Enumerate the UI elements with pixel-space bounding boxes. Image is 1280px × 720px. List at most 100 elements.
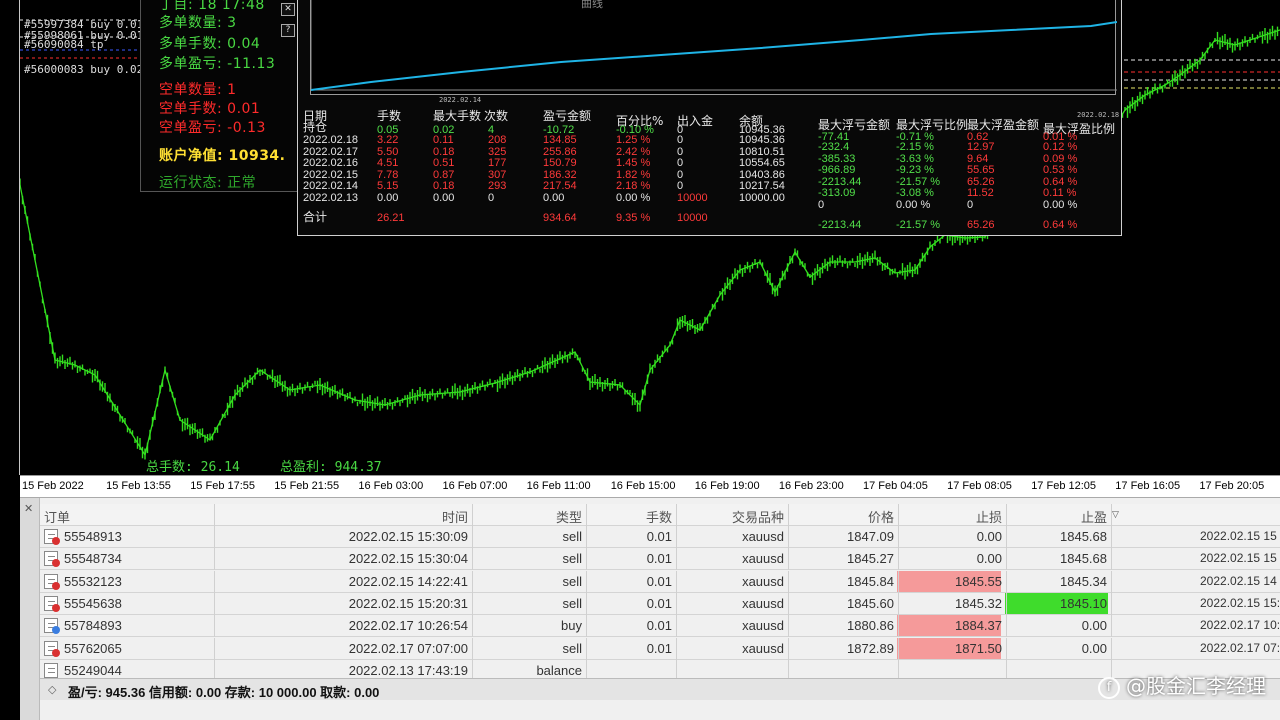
order-cell: balance bbox=[536, 662, 582, 678]
order-cell: xauusd bbox=[742, 618, 784, 634]
short-pl: 空单盈亏: -0.13 bbox=[159, 120, 266, 136]
column-separator bbox=[1006, 592, 1007, 615]
order-icon bbox=[44, 573, 60, 590]
order-extra-time: 2022.02.15 15 bbox=[1200, 529, 1277, 543]
column-separator bbox=[676, 637, 677, 660]
column-separator bbox=[788, 637, 789, 660]
time-axis-tick: 15 Feb 17:55 bbox=[190, 480, 256, 492]
stats-cell: 0.11 bbox=[433, 134, 454, 146]
watermark-text: @股金汇李经理 bbox=[1126, 674, 1266, 698]
icon-line bbox=[48, 578, 55, 580]
stats-cell: 217.54 bbox=[543, 180, 577, 193]
column-separator bbox=[676, 526, 677, 548]
column-header-6[interactable]: 止损 bbox=[976, 507, 1002, 526]
column-separator bbox=[676, 504, 677, 526]
stats-cell: 0 bbox=[677, 157, 684, 170]
column-separator bbox=[472, 615, 473, 638]
column-separator bbox=[472, 592, 473, 615]
time-axis-tick: 17 Feb 04:05 bbox=[863, 480, 928, 492]
stats-cell: 0.00 bbox=[433, 192, 455, 204]
column-separator bbox=[788, 592, 789, 615]
stats-cell: -21.57 % bbox=[896, 219, 941, 231]
stats-cell: -2213.44 bbox=[818, 219, 862, 231]
stats-cell: 0.64 % bbox=[1043, 219, 1078, 231]
stats-cell: 293 bbox=[488, 180, 507, 193]
column-header-1[interactable]: 时间 bbox=[442, 507, 468, 526]
order-extra-time: 2022.02.15 15 bbox=[1200, 551, 1277, 566]
stats-cell: 0 bbox=[967, 199, 974, 211]
column-separator bbox=[472, 637, 473, 660]
stats-cell: 12.97 bbox=[967, 141, 995, 153]
column-separator bbox=[586, 526, 587, 548]
order-status-dot bbox=[52, 581, 60, 590]
close-icon[interactable]: ✕ bbox=[24, 502, 33, 515]
column-separator bbox=[1006, 548, 1007, 571]
order-cell: 0.01 bbox=[646, 529, 672, 544]
order-cell: 1884.37 bbox=[955, 618, 1002, 634]
time-axis-tick: 16 Feb 19:00 bbox=[694, 480, 760, 492]
order-icon bbox=[44, 618, 60, 635]
equity-start-date: 2022.02.14 bbox=[439, 96, 482, 104]
column-separator bbox=[1111, 570, 1112, 593]
panel-close-button[interactable]: ✕ bbox=[281, 3, 295, 16]
column-header-4[interactable]: 交易品种 bbox=[732, 507, 784, 526]
icon-line bbox=[48, 645, 55, 647]
price-chart[interactable]: #55997384 buy 0.01 #55998061 buy 0.01 #560… bbox=[0, 0, 1280, 497]
order-cell: 0.01 bbox=[646, 640, 672, 656]
table-row[interactable]: 55762065 2022.02.17 07:07:00 sell 0.01 xauus… bbox=[40, 637, 1280, 660]
column-header-2[interactable]: 类型 bbox=[556, 507, 582, 526]
time-axis-tick: 16 Feb 23:00 bbox=[778, 480, 844, 492]
column-header-3[interactable]: 手数 bbox=[646, 507, 672, 526]
stats-cell: 325 bbox=[488, 145, 507, 158]
panel-help-button[interactable]: ? bbox=[281, 24, 295, 37]
column-header-7[interactable]: 止盈 bbox=[1081, 507, 1107, 526]
stats-cell: 26.21 bbox=[377, 212, 405, 224]
short-lots: 空单手数: 0.01 bbox=[159, 101, 261, 117]
stats-cell: 134.85 bbox=[543, 134, 577, 146]
order-cell: 0.01 bbox=[646, 551, 672, 567]
stats-cell: 0.00 % bbox=[616, 192, 651, 204]
order-id: 55548913 bbox=[64, 529, 122, 544]
stats-cell: 10403.86 bbox=[739, 168, 785, 181]
stats-cell: 10554.65 bbox=[739, 157, 785, 170]
stats-cell: 10000 bbox=[677, 192, 708, 204]
stats-cell: 0 bbox=[818, 199, 825, 211]
stats-cell: 11.52 bbox=[967, 187, 994, 200]
order-status-dot bbox=[52, 603, 60, 612]
time-axis-tick: 15 Feb 21:55 bbox=[274, 480, 340, 492]
stats-cell: -2.15 % bbox=[896, 141, 934, 153]
stats-panel: 曲线 2022.02.14 2022.02.18 日期 手数 最大手数 次数 盈亏金额百… bbox=[297, 0, 1122, 236]
column-separator bbox=[1111, 637, 1112, 660]
table-row[interactable]: 55532123 2022.02.15 14:22:41 sell 0.01 xauus… bbox=[40, 570, 1280, 593]
column-header-5[interactable]: 价格 bbox=[868, 507, 894, 526]
column-separator bbox=[898, 615, 899, 638]
order-extra-time: 2022.02.17 10: bbox=[1200, 618, 1280, 633]
order-cell: 2022.02.17 10:26:54 bbox=[348, 618, 468, 634]
order-icon bbox=[44, 551, 60, 568]
column-separator bbox=[472, 548, 473, 571]
column-separator bbox=[214, 570, 215, 593]
column-header-0[interactable]: 订单 bbox=[44, 507, 70, 526]
stats-date: 2022.02.15 bbox=[303, 168, 359, 181]
time-axis-tick: 17 Feb 12:05 bbox=[1031, 480, 1097, 492]
table-row[interactable]: 55545638 2022.02.15 15:20:31 sell 0.01 xauus… bbox=[40, 592, 1280, 615]
table-row[interactable]: 55548734 2022.02.15 15:30:04 sell 0.01 xauus… bbox=[40, 548, 1280, 571]
stats-cell: 10945.36 bbox=[739, 134, 785, 146]
column-separator bbox=[586, 548, 587, 571]
time-axis-tick: 15 Feb 2022 bbox=[22, 480, 84, 492]
stats-cell: -3.08 % bbox=[896, 187, 934, 200]
table-row[interactable]: 55784893 2022.02.17 10:26:54 buy 0.01 xauusd… bbox=[40, 615, 1280, 638]
short-count: 空单数量: 1 bbox=[159, 82, 237, 98]
column-separator bbox=[586, 570, 587, 593]
order-cell: 0.01 bbox=[646, 595, 672, 611]
column-separator bbox=[898, 570, 899, 593]
stats-cell: 0.18 bbox=[433, 145, 455, 158]
stats-cell: 1.25 % bbox=[616, 134, 651, 146]
order-cell: 2022.02.17 07:07:00 bbox=[348, 640, 468, 656]
order-cell: xauusd bbox=[742, 640, 784, 656]
table-row[interactable]: 55548913 2022.02.15 15:30:09 sell 0.01 xauus… bbox=[40, 526, 1280, 548]
icon-line bbox=[48, 623, 55, 625]
time-axis-tick: 17 Feb 08:05 bbox=[947, 480, 1012, 492]
stats-header: 盈亏金额 bbox=[543, 109, 592, 123]
stats-cell: 0.00 % bbox=[896, 199, 931, 211]
